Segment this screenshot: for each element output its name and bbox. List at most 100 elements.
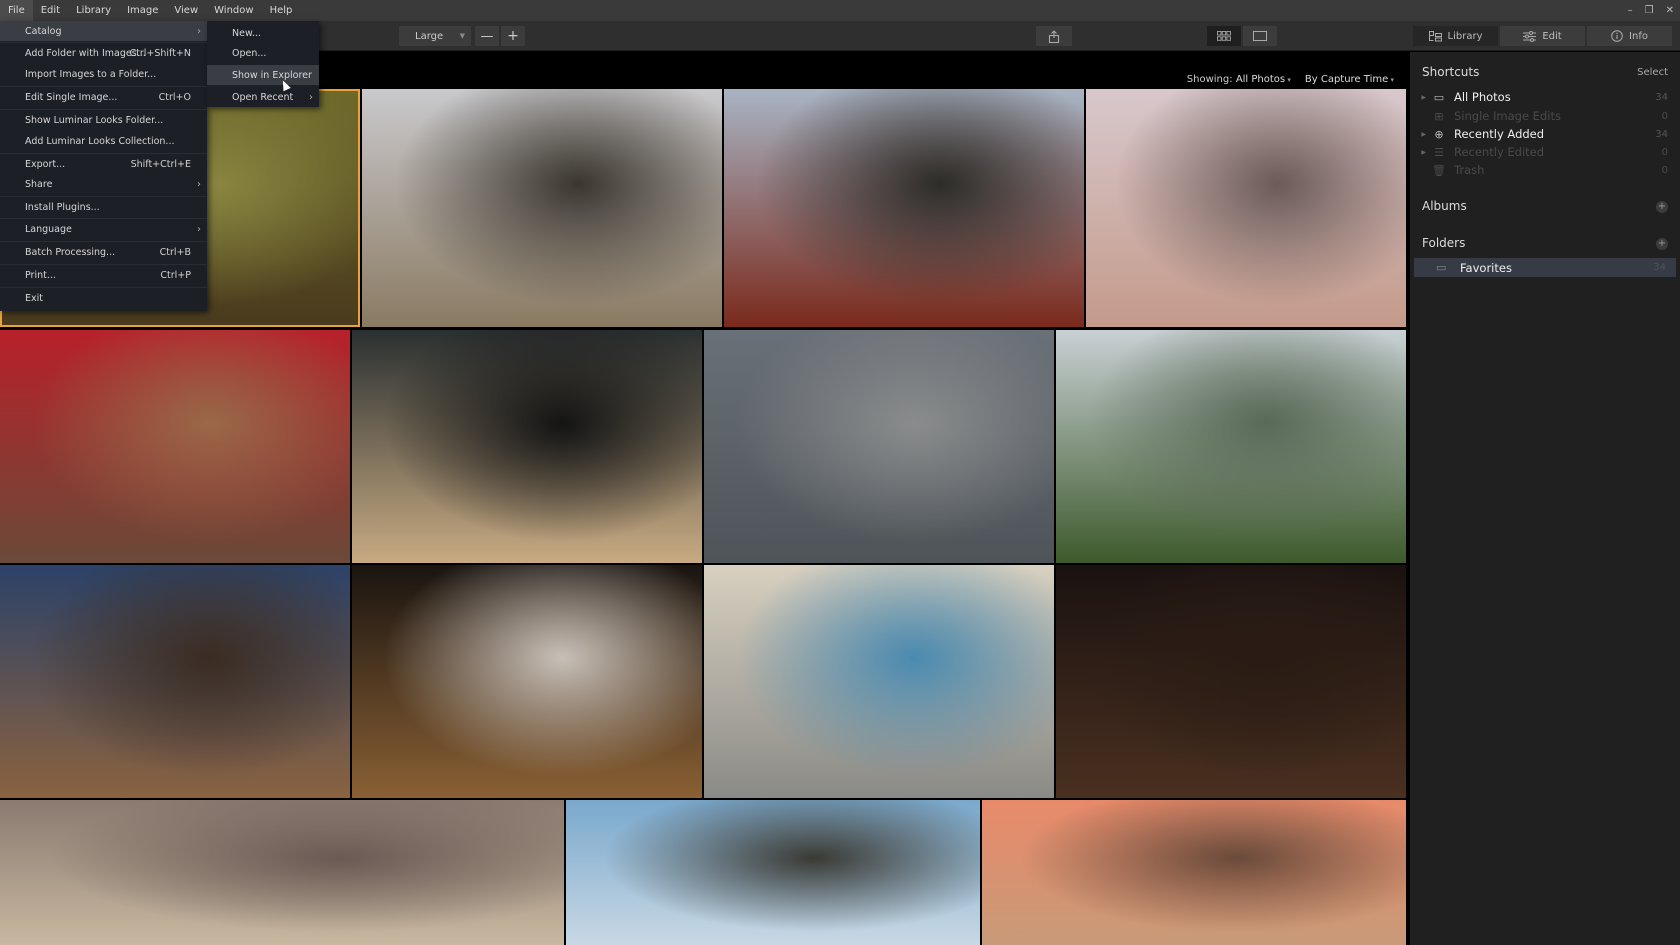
menu-item-install-plugins[interactable]: Install Plugins... [0, 197, 207, 217]
menu-item-show-looks-folder[interactable]: Show Luminar Looks Folder... [0, 110, 207, 130]
shortcut-count: 34 [1655, 128, 1668, 140]
share-icon [1048, 29, 1060, 43]
folder-label: Favorites [1460, 260, 1512, 275]
single-view-button[interactable] [1243, 26, 1277, 46]
plus-circle-icon: ⊕ [1434, 127, 1444, 141]
shortcuts-heading: Shortcuts [1422, 65, 1480, 79]
photo-thumbnail[interactable] [704, 330, 1054, 563]
tab-library-label: Library [1447, 30, 1483, 42]
library-icon [1428, 30, 1442, 41]
trash-icon: 🗑 [1432, 163, 1446, 177]
photo-thumbnail[interactable] [0, 800, 564, 945]
menu-file[interactable]: File [0, 0, 33, 21]
chevron-right-icon: › [309, 91, 313, 103]
photo-thumbnail[interactable] [1086, 89, 1406, 327]
photo-thumbnail[interactable] [566, 800, 980, 945]
photo-thumbnail[interactable] [704, 565, 1054, 798]
shortcut-text: Ctrl+B [159, 246, 191, 258]
menu-item-batch-processing[interactable]: Batch Processing... Ctrl+B [0, 242, 207, 262]
showing-filter-dropdown[interactable]: All Photos [1236, 74, 1291, 85]
tab-library[interactable]: Library [1413, 26, 1498, 46]
photo-thumbnail[interactable] [1056, 330, 1406, 563]
shortcut-count: 0 [1661, 146, 1668, 158]
tab-edit-label: Edit [1542, 30, 1562, 42]
menu-item-print[interactable]: Print... Ctrl+P [0, 265, 207, 285]
shortcut-label: All Photos [1454, 90, 1511, 104]
select-button[interactable]: Select [1637, 67, 1668, 78]
submenu-item-open-recent[interactable]: Open Recent › [207, 87, 319, 107]
photo-thumbnail[interactable] [1056, 565, 1406, 798]
chevron-right-icon: › [197, 223, 201, 235]
shortcut-all-photos[interactable]: ▶ ▭ All Photos 34 [1410, 88, 1680, 106]
submenu-item-open[interactable]: Open... [207, 43, 319, 63]
filter-bar: Showing: All Photos By Capture Time [1187, 74, 1394, 85]
add-folder-button[interactable]: + [1656, 238, 1668, 250]
photo-thumbnail[interactable] [0, 565, 350, 798]
menu-item-language[interactable]: Language › [0, 219, 207, 239]
sort-dropdown[interactable]: By Capture Time [1305, 74, 1394, 85]
single-view-icon [1253, 31, 1267, 41]
chevron-right-icon: › [197, 178, 201, 190]
share-button[interactable] [1036, 26, 1072, 46]
photo-thumbnail[interactable] [0, 330, 350, 563]
shortcut-label: Recently Added [1454, 127, 1545, 141]
shortcut-count: 0 [1661, 110, 1668, 122]
menu-view[interactable]: View [166, 0, 206, 21]
expand-arrow-icon[interactable]: ▶ [1410, 131, 1430, 138]
tab-info-label: Info [1629, 30, 1648, 42]
menu-window[interactable]: Window [206, 0, 261, 21]
photo-icon: ▭ [1433, 90, 1445, 104]
zoom-in-button[interactable]: + [501, 26, 525, 46]
expand-arrow-icon[interactable]: ▶ [1410, 149, 1430, 156]
photo-thumbnail[interactable] [724, 89, 1084, 327]
shortcut-single-image-edits[interactable]: ⊞ Single Image Edits 0 [1410, 107, 1680, 125]
menu-item-add-looks-collection[interactable]: Add Luminar Looks Collection... [0, 131, 207, 151]
folder-favorites[interactable]: ▭ Favorites 34 [1414, 258, 1676, 277]
sliders-icon [1523, 30, 1537, 42]
shortcut-recently-edited[interactable]: ▶ ☰ Recently Edited 0 [1410, 143, 1680, 161]
info-icon [1611, 30, 1623, 42]
thumbnail-size-select[interactable]: Large ▼ [399, 26, 471, 46]
zoom-out-button[interactable]: — [475, 26, 499, 46]
add-album-button[interactable]: + [1656, 201, 1668, 213]
chevron-down-icon: ▼ [459, 32, 465, 40]
shortcut-text: Ctrl+O [158, 91, 191, 103]
grid-icon [1217, 31, 1231, 41]
menu-item-import-images[interactable]: Import Images to a Folder... [0, 64, 207, 84]
tab-info[interactable]: Info [1587, 26, 1672, 46]
menu-item-exit[interactable]: Exit [0, 288, 207, 308]
menu-image[interactable]: Image [119, 0, 166, 21]
photo-thumbnail[interactable] [352, 565, 702, 798]
window-controls: – ❐ ✕ [1628, 0, 1674, 21]
expand-arrow-icon[interactable]: ▶ [1410, 94, 1430, 101]
photo-grid: Showing: All Photos By Capture Time [0, 52, 1408, 945]
menu-item-share[interactable]: Share › [0, 174, 207, 194]
minimize-icon[interactable]: – [1628, 5, 1633, 16]
shortcut-recently-added[interactable]: ▶ ⊕ Recently Added 34 [1410, 125, 1680, 143]
shortcut-trash[interactable]: 🗑 Trash 0 [1410, 161, 1680, 179]
grid-view-button[interactable] [1207, 26, 1241, 46]
menu-library[interactable]: Library [68, 0, 119, 21]
submenu-item-new[interactable]: New... [207, 23, 319, 43]
chevron-right-icon: › [197, 25, 201, 37]
sliders-icon: ☰ [1434, 145, 1444, 159]
photo-thumbnail[interactable] [982, 800, 1406, 945]
menu-item-add-folder[interactable]: Add Folder with Images... Ctrl+Shift+N [0, 43, 207, 63]
menu-item-export[interactable]: Export... Shift+Ctrl+E [0, 154, 207, 174]
photo-thumbnail[interactable] [352, 330, 702, 563]
photo-thumbnail[interactable] [362, 89, 722, 327]
shortcut-label: Single Image Edits [1454, 109, 1561, 123]
close-icon[interactable]: ✕ [1666, 5, 1674, 16]
tab-edit[interactable]: Edit [1500, 26, 1585, 46]
menu-help[interactable]: Help [262, 0, 301, 21]
folder-icon: ▭ [1436, 261, 1447, 274]
menu-edit[interactable]: Edit [33, 0, 68, 21]
menu-item-catalog[interactable]: Catalog › [0, 21, 207, 41]
submenu-item-show-in-explorer[interactable]: Show in Explorer [207, 65, 319, 85]
shortcut-text: Shift+Ctrl+E [130, 158, 191, 170]
shortcut-count: 34 [1655, 91, 1668, 103]
menu-item-edit-single-image[interactable]: Edit Single Image... Ctrl+O [0, 87, 207, 107]
restore-icon[interactable]: ❐ [1645, 5, 1654, 16]
file-menu: Catalog › Add Folder with Images... Ctrl+S… [0, 21, 207, 311]
thumbnail-size-value: Large [415, 30, 444, 42]
